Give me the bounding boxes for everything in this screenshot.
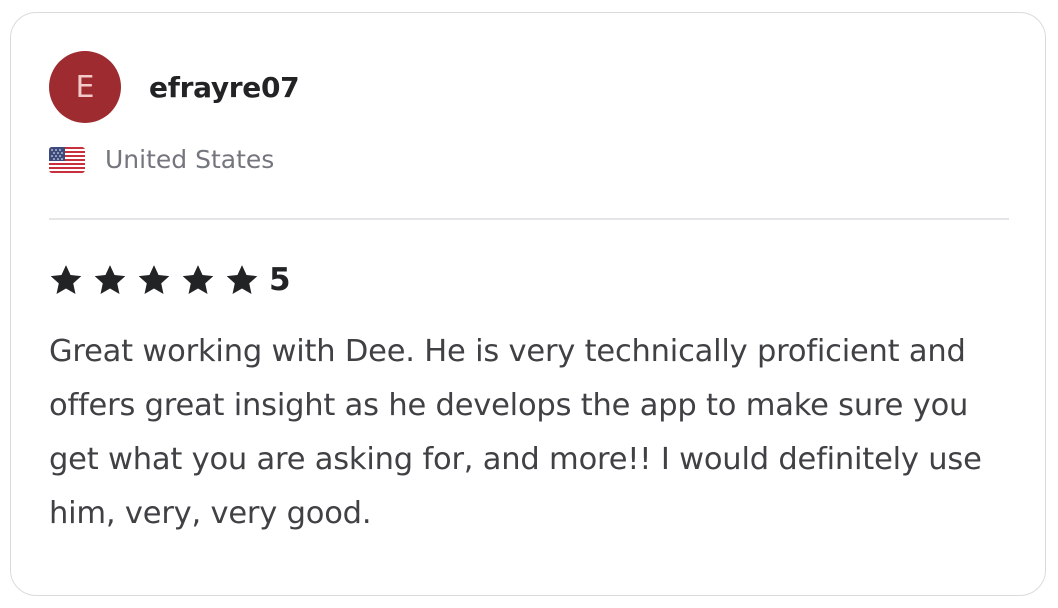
country-name: United States <box>105 145 275 174</box>
review-text: Great working with Dee. He is very techn… <box>49 334 982 531</box>
reviewer-username[interactable]: efrayre07 <box>149 71 300 104</box>
star-icon <box>182 265 214 295</box>
rating-value: 5 <box>269 262 291 298</box>
us-flag-icon <box>49 146 85 173</box>
avatar-initial: E <box>75 69 95 105</box>
star-icon <box>138 265 170 295</box>
star-icon <box>94 265 126 295</box>
divider <box>49 218 1009 220</box>
reviewer-country: United States <box>49 145 274 174</box>
reviewer-header: E efrayre07 <box>49 51 300 123</box>
star-icon <box>50 265 82 295</box>
review-card: E efrayre07 United States 5 Great workin… <box>10 12 1046 596</box>
stars-container <box>49 263 269 297</box>
star-rating: 5 <box>49 260 291 300</box>
star-icon <box>226 265 258 295</box>
avatar[interactable]: E <box>49 51 121 123</box>
